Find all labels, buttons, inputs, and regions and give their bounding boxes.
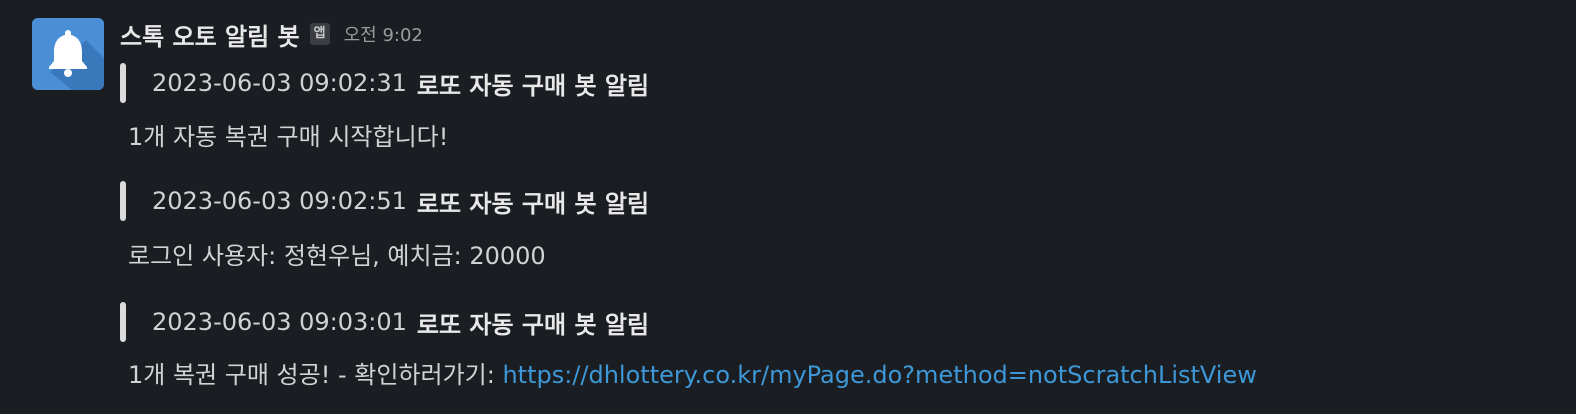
confirm-link[interactable]: https://dhlottery.co.kr/myPage.do?method… bbox=[502, 361, 1256, 389]
app-badge: 앱 bbox=[309, 23, 330, 45]
attachment-date: 2023-06-03 09:02:31 bbox=[152, 69, 407, 97]
quote-bar bbox=[120, 63, 126, 103]
attachment-text: 1개 자동 복권 구매 시작합니다! bbox=[128, 123, 449, 151]
bot-message: 스톡 오토 알림 봇 앱 오전 9:02 2023-06-03 09:02:31… bbox=[0, 0, 1576, 414]
attachment-date: 2023-06-03 09:03:01 bbox=[152, 308, 407, 336]
avatar[interactable] bbox=[32, 18, 104, 90]
attachment-text: 로그인 사용자: 정현우님, 예치금: 20000 bbox=[128, 242, 546, 270]
attachment-header: 2023-06-03 09:02:31 로또 자동 구매 봇 알림 bbox=[120, 63, 649, 103]
attachment-header: 2023-06-03 09:02:51 로또 자동 구매 봇 알림 bbox=[120, 181, 649, 221]
message-header: 스톡 오토 알림 봇 앱 오전 9:02 bbox=[120, 16, 423, 52]
attachment-title: 로또 자동 구매 봇 알림 bbox=[416, 71, 650, 100]
attachment-title: 로또 자동 구매 봇 알림 bbox=[416, 189, 650, 218]
attachment-date: 2023-06-03 09:02:51 bbox=[152, 187, 407, 215]
bell-icon bbox=[32, 18, 104, 90]
attachment-header: 2023-06-03 09:03:01 로또 자동 구매 봇 알림 bbox=[120, 302, 649, 342]
attachment-text: 1개 복권 구매 성공! - 확인하러가기: bbox=[128, 361, 503, 389]
attachment-title: 로또 자동 구매 봇 알림 bbox=[416, 310, 650, 339]
message-timestamp[interactable]: 오전 9:02 bbox=[344, 21, 423, 47]
quote-bar bbox=[120, 181, 126, 221]
attachment-text-line: 1개 복권 구매 성공! - 확인하러가기: https://dhlottery… bbox=[128, 357, 1257, 393]
quote-bar bbox=[120, 302, 126, 342]
sender-name[interactable]: 스톡 오토 알림 봇 bbox=[120, 17, 300, 52]
